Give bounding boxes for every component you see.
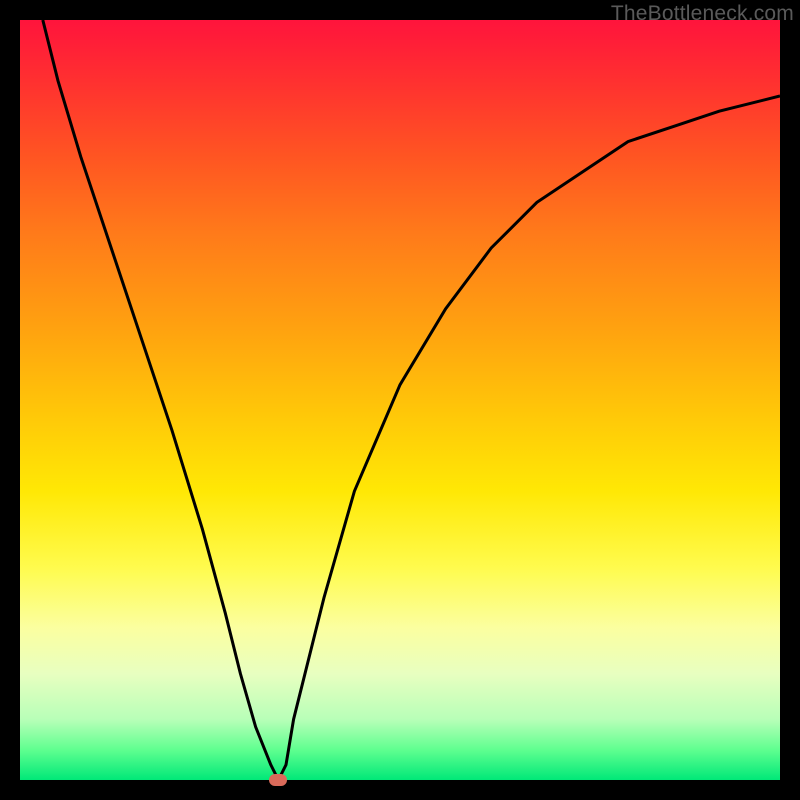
plot-area bbox=[20, 20, 780, 780]
curve-svg bbox=[20, 20, 780, 780]
watermark-text: TheBottleneck.com bbox=[611, 2, 794, 26]
optimal-point-marker bbox=[269, 774, 287, 786]
chart-frame: TheBottleneck.com bbox=[0, 0, 800, 800]
bottleneck-curve-line bbox=[43, 20, 780, 780]
